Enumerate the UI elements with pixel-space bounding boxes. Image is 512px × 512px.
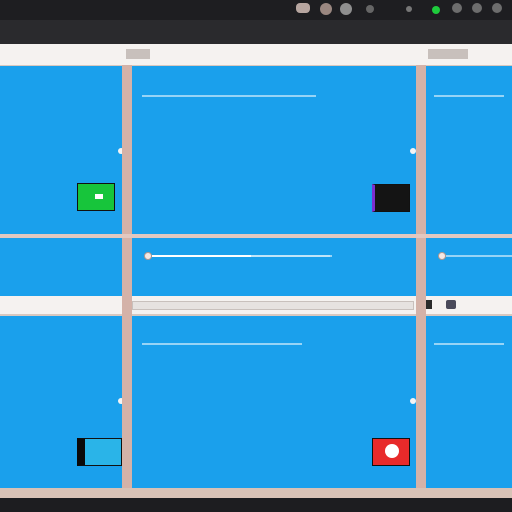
settings-icon[interactable] xyxy=(366,5,374,13)
pane-top-right[interactable] xyxy=(426,66,512,234)
video-thumbnail-dark[interactable] xyxy=(372,184,410,212)
top-system-bar xyxy=(0,0,512,20)
timeline-track-right[interactable] xyxy=(446,255,512,257)
pane-bottom-left[interactable] xyxy=(0,316,122,488)
pane-bottom-right[interactable] xyxy=(426,316,512,488)
camera-icon xyxy=(296,3,310,13)
pane-middle-center[interactable] xyxy=(132,238,416,296)
timeline-start-knob[interactable] xyxy=(144,252,152,260)
caption-placeholder-line xyxy=(142,343,302,345)
pane-top-middle[interactable] xyxy=(132,66,416,234)
pane-top-left[interactable] xyxy=(0,66,122,234)
pane-bottom-middle[interactable] xyxy=(132,316,416,488)
toolbar-field[interactable] xyxy=(132,301,414,310)
status-light-icon xyxy=(432,6,440,14)
divider-vertical-left[interactable] xyxy=(122,65,132,488)
window-title-strip xyxy=(0,44,512,65)
thumbnail-play-icon xyxy=(385,444,399,458)
pane-middle-left[interactable] xyxy=(0,238,122,296)
toolbar-strip xyxy=(0,296,512,314)
caption-placeholder-line xyxy=(142,95,316,97)
divider-horizontal-top[interactable] xyxy=(0,234,512,238)
toolbar-icon-right[interactable] xyxy=(446,300,456,309)
close-icon[interactable] xyxy=(492,3,502,13)
menu-icon[interactable] xyxy=(406,6,412,12)
video-thumbnail-cyan[interactable] xyxy=(77,438,122,466)
minimize-icon[interactable] xyxy=(452,3,462,13)
titlebar-icon-left xyxy=(126,49,150,59)
bottom-status-strip xyxy=(0,488,512,498)
taskbar xyxy=(0,498,512,512)
pane-middle-right[interactable] xyxy=(426,238,512,296)
record-icon[interactable] xyxy=(320,3,332,15)
pause-icon[interactable] xyxy=(340,3,352,15)
timeline-tail xyxy=(202,255,330,257)
divider-vertical-right[interactable] xyxy=(416,65,426,488)
video-wall-window xyxy=(0,44,512,498)
window-titlebar-gap xyxy=(0,20,512,44)
timeline-knob-right[interactable] xyxy=(438,252,446,260)
maximize-icon[interactable] xyxy=(472,3,482,13)
thumbnail-marker xyxy=(95,194,103,199)
caption-placeholder-line xyxy=(434,343,504,345)
titlebar-icon-right xyxy=(428,49,468,59)
caption-placeholder-line xyxy=(434,95,504,97)
